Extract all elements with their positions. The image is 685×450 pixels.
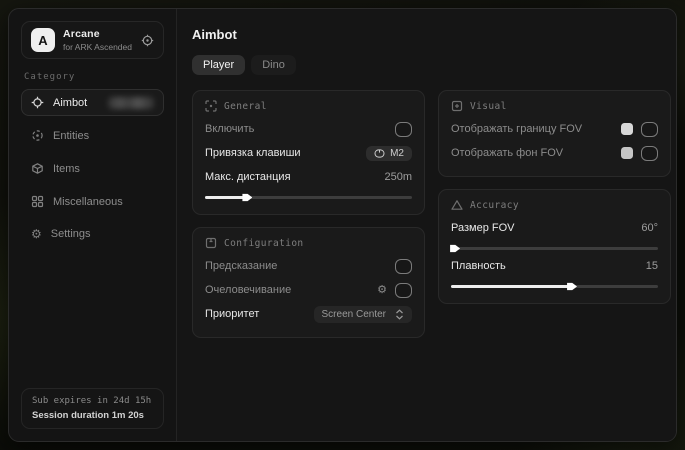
triangle-icon (451, 199, 463, 211)
setting-row-fov-border: Отображать границу FOV (451, 117, 658, 141)
sidebar-item-settings[interactable]: ⚙ Settings (21, 221, 164, 247)
card-visual: Visual Отображать границу FOV Отображать… (438, 90, 671, 177)
sidebar-item-label: Settings (51, 228, 91, 240)
setting-label: Привязка клавиши (205, 147, 301, 159)
prediction-checkbox[interactable] (395, 259, 412, 274)
smoothness-slider[interactable] (451, 285, 658, 288)
setting-label: Приоритет (205, 308, 259, 320)
setting-row-priority: Приоритет Screen Center (205, 302, 412, 326)
cards-grid: General Включить Привязка клавиши (192, 90, 671, 338)
page-title: Aimbot (192, 27, 671, 42)
sidebar-item-label: Entities (53, 130, 89, 142)
slider-thumb[interactable] (242, 193, 252, 202)
setting-label: Отображать фон FOV (451, 147, 563, 159)
card-title: Visual (470, 101, 507, 112)
card-general: General Включить Привязка клавиши (192, 90, 425, 215)
setting-row-fov-bg: Отображать фон FOV (451, 141, 658, 165)
fov-border-color-swatch[interactable] (621, 123, 633, 135)
setting-row-smoothness: Плавность 15 (451, 254, 658, 278)
card-title: General (224, 101, 267, 112)
setting-row-humanize: Очеловечивание ⚙ (205, 278, 412, 302)
brand-card: A Arcane for ARK Ascended (21, 21, 164, 59)
distance-slider[interactable] (205, 196, 412, 199)
setting-label: Размер FOV (451, 222, 514, 234)
setting-label: Очеловечивание (205, 284, 291, 296)
app-logo: A (31, 28, 55, 52)
subscription-info: Sub expires in 24d 15h Session duration … (21, 388, 164, 429)
sidebar-nav: Aimbot Entities (21, 89, 164, 247)
keybind-value: M2 (390, 148, 404, 159)
priority-select[interactable]: Screen Center (314, 306, 412, 323)
setting-label: Макс. дистанция (205, 171, 291, 183)
sidebar-item-aimbot[interactable]: Aimbot (21, 89, 164, 116)
tab-dino[interactable]: Dino (251, 55, 296, 75)
slider-thumb[interactable] (450, 244, 460, 253)
frame-icon (451, 100, 463, 112)
session-duration-text: Session duration 1m 20s (32, 410, 153, 421)
tab-player[interactable]: Player (192, 55, 245, 75)
slider-thumb[interactable] (567, 282, 577, 291)
main-panel: Aimbot Player Dino General (176, 9, 677, 441)
scan-circle-icon (31, 129, 44, 142)
card-configuration: Configuration Предсказание Очеловечивани… (192, 227, 425, 338)
box-icon (31, 162, 44, 175)
card-accuracy: Accuracy Размер FOV 60° Плавность 15 (438, 189, 671, 304)
setting-row-prediction: Предсказание (205, 254, 412, 278)
priority-selected-value: Screen Center (322, 309, 386, 320)
mouse-icon (374, 149, 385, 158)
sidebar: A Arcane for ARK Ascended Category (9, 9, 176, 441)
sub-expires-text: Sub expires in 24d 15h (32, 396, 153, 406)
app-window: A Arcane for ARK Ascended Category (8, 8, 677, 442)
crosshair-icon (31, 96, 44, 109)
setting-row-enable: Включить (205, 117, 412, 141)
target-icon[interactable] (141, 34, 154, 47)
setting-label: Предсказание (205, 260, 277, 272)
package-icon (205, 237, 217, 249)
fov-bg-color-swatch[interactable] (621, 147, 633, 159)
grid-icon (31, 195, 44, 208)
chevrons-updown-icon (395, 309, 404, 320)
setting-label: Включить (205, 123, 254, 135)
setting-row-distance: Макс. дистанция 250m (205, 165, 412, 189)
setting-row-keybind: Привязка клавиши M2 (205, 141, 412, 165)
card-title: Accuracy (470, 200, 519, 211)
app-subtitle: for ARK Ascended (63, 42, 132, 52)
sidebar-item-label: Miscellaneous (53, 196, 123, 208)
humanize-checkbox[interactable] (395, 283, 412, 298)
keybind-button[interactable]: M2 (366, 146, 412, 161)
fov-border-checkbox[interactable] (641, 122, 658, 137)
app-name: Arcane (63, 28, 132, 40)
category-label: Category (24, 72, 161, 82)
sidebar-item-items[interactable]: Items (21, 155, 164, 182)
card-title: Configuration (224, 238, 304, 249)
gear-icon[interactable]: ⚙ (377, 285, 387, 296)
distance-value: 250m (384, 171, 412, 183)
smoothness-value: 15 (646, 260, 658, 272)
fov-size-slider[interactable] (451, 247, 658, 250)
sidebar-item-entities[interactable]: Entities (21, 122, 164, 149)
redacted-blur (108, 97, 154, 109)
setting-label: Отображать границу FOV (451, 123, 582, 135)
setting-label: Плавность (451, 260, 506, 272)
enable-checkbox[interactable] (395, 122, 412, 137)
gear-icon: ⚙ (31, 228, 42, 240)
focus-icon (205, 100, 217, 112)
sidebar-item-label: Items (53, 163, 80, 175)
fov-bg-checkbox[interactable] (641, 146, 658, 161)
fov-size-value: 60° (641, 222, 658, 234)
sidebar-item-miscellaneous[interactable]: Miscellaneous (21, 188, 164, 215)
setting-row-fov-size: Размер FOV 60° (451, 216, 658, 240)
tab-bar: Player Dino (192, 55, 671, 75)
sidebar-item-label: Aimbot (53, 97, 87, 109)
